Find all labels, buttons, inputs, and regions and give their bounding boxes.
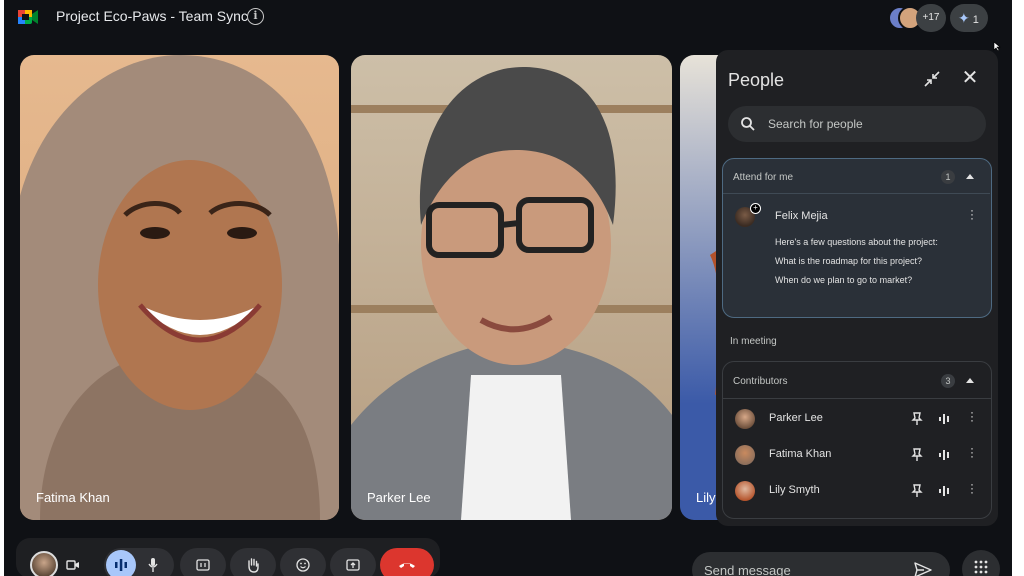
audio-level-indicator bbox=[106, 550, 136, 576]
note-line: What is the roadmap for this project? bbox=[775, 256, 923, 266]
meeting-title: Project Eco-Paws - Team Sync bbox=[56, 8, 248, 24]
captions-icon bbox=[196, 559, 210, 571]
avatar bbox=[735, 481, 755, 501]
info-icon[interactable]: i bbox=[247, 8, 264, 25]
in-meeting-label: In meeting bbox=[730, 336, 777, 347]
more-vert-icon[interactable]: · · · bbox=[967, 204, 977, 224]
participant-name: Fatima Khan bbox=[769, 448, 832, 460]
audio-icon bbox=[939, 414, 949, 424]
self-view-avatar[interactable] bbox=[30, 551, 58, 576]
participant-row[interactable]: Parker Lee · · · bbox=[723, 404, 991, 434]
audio-icon bbox=[115, 559, 127, 571]
pin-icon[interactable] bbox=[911, 448, 923, 462]
participant-name-label: Lily bbox=[696, 490, 716, 505]
video-tile-fatima-khan[interactable]: Fatima Khan bbox=[20, 55, 339, 520]
audio-icon bbox=[939, 486, 949, 496]
video-tile-parker-lee[interactable]: Parker Lee bbox=[351, 55, 672, 520]
microphone-toggle[interactable] bbox=[104, 548, 174, 576]
present-button[interactable] bbox=[330, 548, 376, 576]
meet-logo-icon bbox=[18, 10, 38, 24]
sparkle-badge-icon: + bbox=[750, 203, 761, 214]
contributors-card: Contributors 3 Parker Lee · · · Fatima Kha… bbox=[722, 361, 992, 519]
participant-row[interactable]: Lily Smyth · · · bbox=[723, 476, 991, 506]
call-controls-bar bbox=[16, 538, 440, 576]
apps-button[interactable] bbox=[962, 550, 1000, 576]
note-line: When do we plan to go to market? bbox=[775, 275, 913, 285]
mouse-cursor-icon bbox=[993, 41, 1001, 51]
send-icon[interactable] bbox=[914, 562, 932, 576]
gemini-count: 1 bbox=[972, 14, 979, 26]
note-line: Here's a few questions about the project… bbox=[775, 237, 938, 247]
captions-button[interactable] bbox=[180, 548, 226, 576]
camera-icon[interactable] bbox=[66, 560, 80, 570]
attend-for-me-label: Attend for me bbox=[733, 172, 794, 183]
sparkle-icon: ✦ bbox=[958, 10, 970, 26]
more-vert-icon[interactable]: · · · bbox=[967, 406, 977, 426]
panel-title: People bbox=[728, 70, 785, 90]
more-participants-badge[interactable]: +17 bbox=[916, 4, 946, 32]
participant-name-label: Parker Lee bbox=[367, 490, 431, 505]
present-icon bbox=[346, 559, 360, 571]
chevron-up-icon[interactable] bbox=[966, 174, 974, 179]
participant-name-label: Fatima Khan bbox=[36, 490, 110, 505]
collapse-icon[interactable] bbox=[922, 69, 942, 89]
mic-icon bbox=[148, 558, 158, 572]
contributors-label: Contributors bbox=[733, 376, 788, 387]
pin-icon[interactable] bbox=[911, 412, 923, 426]
leave-call-icon bbox=[399, 563, 415, 568]
search-input[interactable] bbox=[768, 106, 978, 142]
search-icon bbox=[741, 117, 755, 131]
pin-icon[interactable] bbox=[911, 484, 923, 498]
avatar bbox=[735, 445, 755, 465]
attendee-name: Felix Mejia bbox=[775, 210, 828, 222]
chevron-up-icon[interactable] bbox=[966, 378, 974, 383]
raise-hand-icon bbox=[248, 558, 259, 573]
leave-call-button[interactable] bbox=[380, 548, 434, 576]
avatar bbox=[735, 409, 755, 429]
count-badge: 1 bbox=[941, 170, 955, 184]
reactions-button[interactable] bbox=[280, 548, 326, 576]
meet-window: Project Eco-Paws - Team Sync i +17 ✦ 1 F… bbox=[4, 0, 1012, 576]
divider bbox=[723, 193, 990, 194]
attend-for-me-card: Attend for me 1 + Felix Mejia · · · Here's… bbox=[722, 158, 992, 318]
gemini-button[interactable]: ✦ 1 bbox=[950, 4, 988, 32]
participant-video bbox=[20, 55, 339, 520]
count-badge: 3 bbox=[941, 374, 955, 388]
participant-name: Parker Lee bbox=[769, 412, 823, 424]
people-panel: People ✕ Attend for me 1 + Felix Mejia ·… bbox=[716, 50, 998, 526]
participant-row[interactable]: Fatima Khan · · · bbox=[723, 440, 991, 470]
participant-name: Lily Smyth bbox=[769, 484, 820, 496]
audio-icon bbox=[939, 450, 949, 460]
more-vert-icon[interactable]: · · · bbox=[967, 478, 977, 498]
participant-video bbox=[351, 66, 672, 520]
apps-icon bbox=[974, 560, 988, 574]
search-box[interactable] bbox=[728, 106, 986, 142]
emoji-icon bbox=[296, 558, 310, 572]
more-vert-icon[interactable]: · · · bbox=[967, 442, 977, 462]
raise-hand-button[interactable] bbox=[230, 548, 276, 576]
send-message-input[interactable] bbox=[704, 552, 904, 576]
close-icon[interactable]: ✕ bbox=[960, 68, 980, 88]
divider bbox=[723, 398, 991, 399]
chat-message-box[interactable] bbox=[692, 552, 950, 576]
